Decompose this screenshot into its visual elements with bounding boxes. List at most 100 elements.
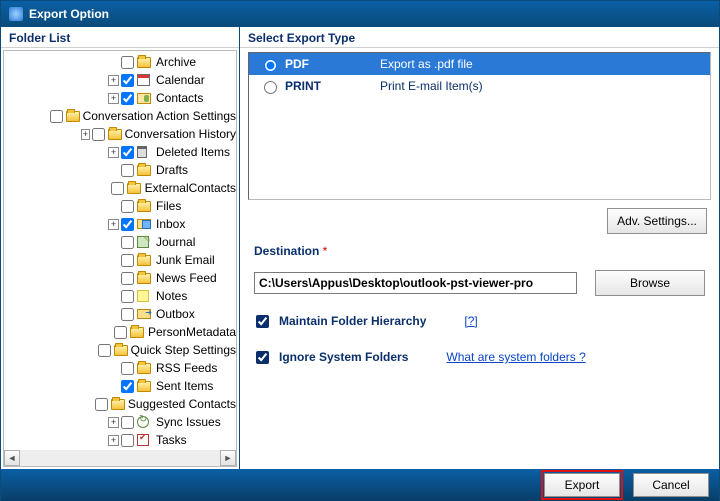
folder-checkbox[interactable] — [95, 398, 108, 411]
export-option-print[interactable]: PRINTPrint E-mail Item(s) — [249, 75, 710, 97]
tree-item[interactable]: Sent Items — [4, 377, 236, 395]
tree-item[interactable]: RSS Feeds — [4, 359, 236, 377]
export-type-list: PDFExport as .pdf filePRINTPrint E-mail … — [248, 52, 711, 200]
tree-item[interactable]: + Deleted Items — [4, 143, 236, 161]
tree-item[interactable]: Quick Step Settings — [4, 341, 236, 359]
tree-item[interactable]: News Feed — [4, 269, 236, 287]
folder-label: Files — [156, 199, 181, 213]
scroll-left-button[interactable]: ◄ — [4, 450, 20, 466]
folder-label: RSS Feeds — [156, 361, 217, 375]
tree-item[interactable]: ExternalContacts — [4, 179, 236, 197]
journal-icon — [137, 235, 153, 249]
tree-item[interactable]: Suggested Contacts — [4, 395, 236, 413]
tree-item[interactable]: Conversation Action Settings — [4, 107, 236, 125]
export-radio[interactable] — [264, 81, 277, 94]
export-option-pdf[interactable]: PDFExport as .pdf file — [249, 53, 710, 75]
folder-icon — [137, 379, 153, 393]
folder-checkbox[interactable] — [121, 74, 134, 87]
expand-toggle[interactable]: + — [108, 219, 119, 230]
folder-label: Sent Items — [156, 379, 213, 393]
expand-toggle[interactable]: + — [108, 147, 119, 158]
tree-item[interactable]: Files — [4, 197, 236, 215]
tree-item[interactable]: Drafts — [4, 161, 236, 179]
adv-settings-button[interactable]: Adv. Settings... — [607, 208, 707, 234]
export-type-header: Select Export Type — [240, 27, 719, 48]
export-option-desc: Export as .pdf file — [380, 57, 473, 71]
folder-label: Calendar — [156, 73, 205, 87]
folder-label: Contacts — [156, 91, 203, 105]
destination-input[interactable] — [254, 272, 577, 294]
cal-icon — [137, 73, 153, 87]
folder-checkbox[interactable] — [111, 182, 124, 195]
cancel-button[interactable]: Cancel — [633, 473, 709, 497]
folder-checkbox[interactable] — [121, 164, 134, 177]
tree-item[interactable]: + Conversation History — [4, 125, 236, 143]
folder-checkbox[interactable] — [121, 218, 134, 231]
folder-checkbox[interactable] — [121, 254, 134, 267]
tree-item[interactable]: +Tasks — [4, 431, 236, 449]
folder-label: Conversation History — [125, 127, 236, 141]
expand-toggle[interactable]: + — [108, 75, 119, 86]
export-button[interactable]: Export — [544, 473, 620, 497]
tree-item[interactable]: Archive — [4, 53, 236, 71]
expand-toggle[interactable]: + — [81, 129, 89, 140]
maintain-hierarchy-checkbox[interactable] — [256, 315, 269, 328]
folder-checkbox[interactable] — [121, 434, 134, 447]
folder-checkbox[interactable] — [121, 362, 134, 375]
folder-label: Outbox — [156, 307, 195, 321]
browse-button[interactable]: Browse — [595, 270, 705, 296]
system-folders-link[interactable]: What are system folders ? — [446, 350, 585, 364]
tree-item[interactable]: + Inbox — [4, 215, 236, 233]
scroll-right-button[interactable]: ► — [220, 450, 236, 466]
tree-item[interactable]: PersonMetadata — [4, 323, 236, 341]
folder-checkbox[interactable] — [121, 236, 134, 249]
folder-checkbox[interactable] — [114, 326, 127, 339]
inbox-icon — [137, 217, 153, 231]
expand-toggle[interactable]: + — [108, 435, 119, 446]
ignore-system-checkbox[interactable] — [256, 351, 269, 364]
tree-item[interactable]: + Calendar — [4, 71, 236, 89]
sync-icon — [137, 415, 153, 429]
folder-icon — [127, 181, 142, 195]
folder-checkbox[interactable] — [92, 128, 105, 141]
folder-checkbox[interactable] — [98, 344, 111, 357]
export-option-desc: Print E-mail Item(s) — [380, 79, 483, 93]
folder-checkbox[interactable] — [50, 110, 63, 123]
task-icon — [137, 433, 153, 447]
folder-icon — [108, 127, 122, 141]
tree-item[interactable]: Junk Email — [4, 251, 236, 269]
folder-checkbox[interactable] — [121, 146, 134, 159]
destination-label: Destination — [254, 244, 319, 258]
tree-item[interactable]: + Contacts — [4, 89, 236, 107]
folder-checkbox[interactable] — [121, 200, 134, 213]
folder-checkbox[interactable] — [121, 308, 134, 321]
tree-item[interactable]: +Sync Issues — [4, 413, 236, 431]
folder-checkbox[interactable] — [121, 380, 134, 393]
tree-item[interactable]: Journal — [4, 233, 236, 251]
folder-checkbox[interactable] — [121, 56, 134, 69]
folder-checkbox[interactable] — [121, 92, 134, 105]
hierarchy-help-link[interactable]: [?] — [464, 314, 477, 328]
folder-label: Deleted Items — [156, 145, 230, 159]
hscrollbar[interactable]: ◄ ► — [4, 450, 236, 466]
folder-icon — [111, 397, 125, 411]
folder-checkbox[interactable] — [121, 290, 134, 303]
export-radio[interactable] — [264, 59, 277, 72]
app-icon — [9, 7, 23, 21]
outbox-icon — [137, 307, 153, 321]
folder-label: Quick Step Settings — [131, 343, 236, 357]
folder-label: Conversation Action Settings — [83, 109, 236, 123]
folder-checkbox[interactable] — [121, 416, 134, 429]
folder-label: Notes — [156, 289, 187, 303]
tree-item[interactable]: Notes — [4, 287, 236, 305]
window-title: Export Option — [29, 7, 109, 21]
required-marker: * — [319, 244, 327, 258]
expand-toggle[interactable]: + — [108, 93, 119, 104]
folder-checkbox[interactable] — [121, 272, 134, 285]
tree-item[interactable]: Outbox — [4, 305, 236, 323]
expand-toggle[interactable]: + — [108, 417, 119, 428]
folder-label: Suggested Contacts — [128, 397, 236, 411]
folder-label: Inbox — [156, 217, 185, 231]
ignore-system-label: Ignore System Folders — [279, 350, 408, 364]
folder-icon — [137, 199, 153, 213]
